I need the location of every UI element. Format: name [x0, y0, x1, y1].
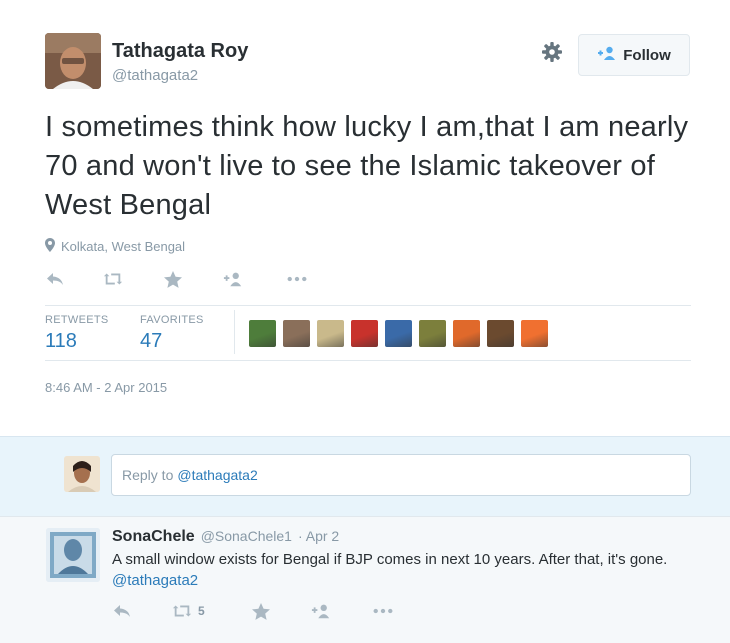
favoriter-avatar[interactable]	[317, 320, 344, 347]
gear-icon[interactable]	[540, 40, 564, 64]
divider	[45, 360, 691, 361]
reply-mention: @tathagata2	[177, 467, 258, 483]
retweet-count: 5	[198, 604, 205, 618]
author-handle[interactable]: @tathagata2	[112, 67, 198, 84]
favorite-icon[interactable]	[251, 600, 271, 622]
tweet-timestamp[interactable]: 8:46 AM - 2 Apr 2015	[45, 380, 167, 395]
favoriter-avatar[interactable]	[351, 320, 378, 347]
more-icon[interactable]	[373, 600, 393, 622]
current-user-avatar	[64, 456, 100, 492]
tweet-actions	[45, 268, 307, 290]
follow-icon[interactable]	[223, 268, 243, 290]
reply-author-name[interactable]: SonaChele	[112, 528, 195, 546]
reply-body: A small window exists for Bengal if BJP …	[112, 551, 668, 568]
reply-actions: 5	[112, 600, 393, 622]
favorite-icon[interactable]	[163, 268, 183, 290]
reply-placeholder: Reply to	[122, 467, 174, 483]
reply-author-handle[interactable]: @SonaChele1	[201, 528, 292, 544]
retweets-stat[interactable]: RETWEETS 118	[45, 314, 109, 353]
reply-date[interactable]: · Apr 2	[298, 528, 339, 544]
reply-icon[interactable]	[45, 268, 65, 290]
more-icon[interactable]	[287, 268, 307, 290]
favorites-count: 47	[140, 330, 163, 352]
favoriter-avatars	[249, 320, 548, 347]
reply-author-avatar[interactable]	[46, 528, 100, 582]
retweet-icon[interactable]	[172, 600, 192, 622]
reply-input[interactable]: Reply to @tathagata2	[111, 454, 691, 496]
favoriter-avatar[interactable]	[283, 320, 310, 347]
favoriter-avatar[interactable]	[385, 320, 412, 347]
favoriter-avatar[interactable]	[249, 320, 276, 347]
favoriter-avatar[interactable]	[487, 320, 514, 347]
reply-icon[interactable]	[112, 600, 132, 622]
reply-header: SonaChele @SonaChele1 · Apr 2	[112, 528, 339, 546]
location-label: Kolkata, West Bengal	[61, 239, 186, 254]
retweet-icon[interactable]	[103, 268, 123, 290]
location-pin-icon	[45, 238, 55, 255]
favoriter-avatar[interactable]	[521, 320, 548, 347]
follow-button[interactable]: Follow	[578, 34, 690, 76]
stats-divider	[234, 310, 235, 354]
author-avatar[interactable]	[45, 33, 101, 89]
reply-text: A small window exists for Bengal if BJP …	[112, 549, 702, 591]
favorites-label: FAVORITES	[140, 314, 204, 326]
follow-icon	[597, 46, 617, 64]
follow-label: Follow	[623, 46, 671, 64]
retweets-label: RETWEETS	[45, 314, 109, 326]
favoriter-avatar[interactable]	[419, 320, 446, 347]
reply-text-mention[interactable]: @tathagata2	[112, 572, 198, 589]
favoriter-avatar[interactable]	[453, 320, 480, 347]
favorites-stat[interactable]: FAVORITES 47	[140, 314, 204, 353]
location[interactable]: Kolkata, West Bengal	[45, 238, 185, 255]
tweet-card: Tathagata Roy @tathagata2 Follow I somet…	[0, 0, 730, 436]
tweet-text: I sometimes think how lucky I am,that I …	[45, 111, 689, 221]
author-name[interactable]: Tathagata Roy	[112, 40, 248, 63]
follow-icon[interactable]	[311, 600, 331, 622]
divider	[45, 305, 691, 306]
retweets-count: 118	[45, 330, 77, 352]
